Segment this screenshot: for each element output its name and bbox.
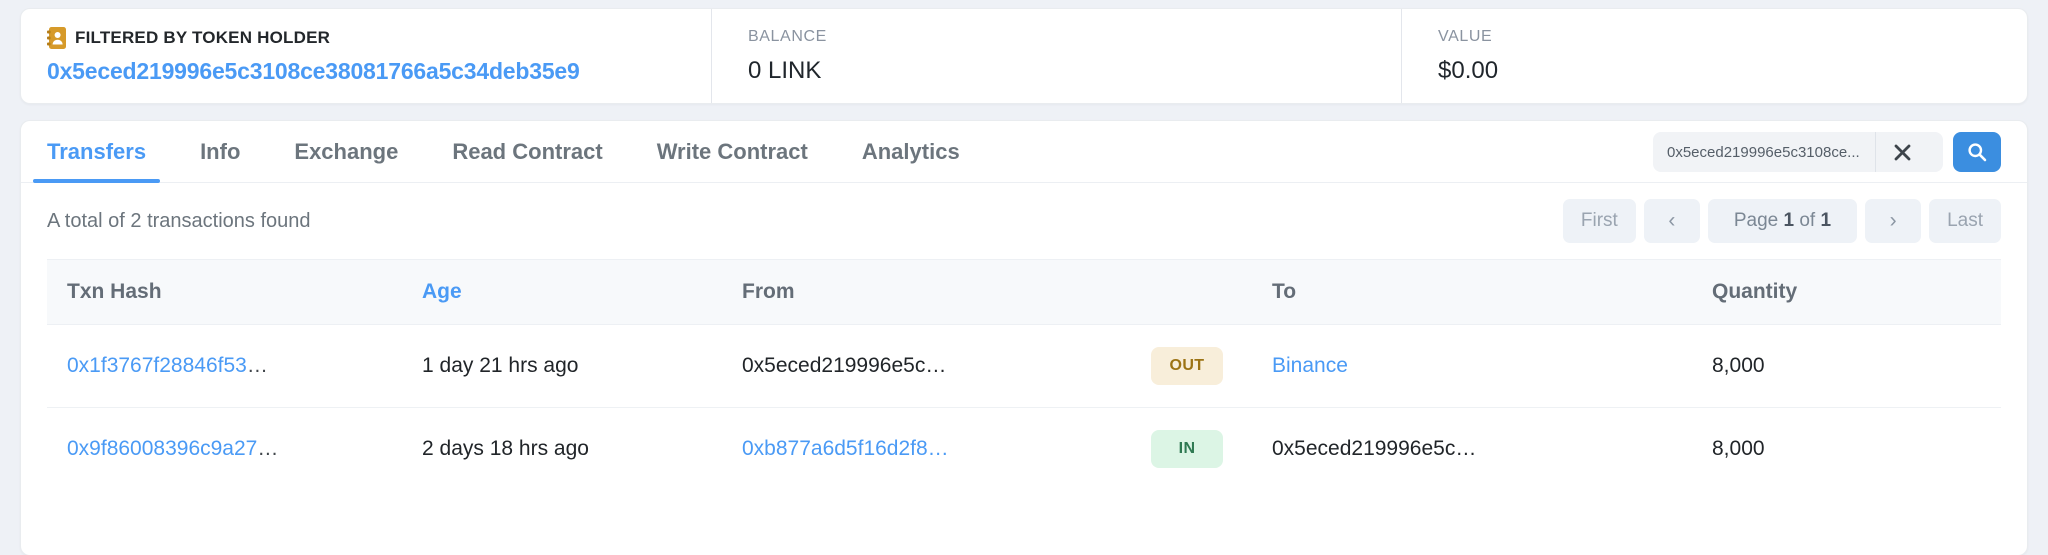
from-address-link[interactable]: 0xb877a6d5f16d2f8… [742,437,949,460]
address-book-icon [47,27,66,49]
cell-direction: IN [1122,408,1252,491]
cell-direction: OUT [1122,325,1252,408]
cell-quantity: 8,000 [1692,408,2001,491]
transactions-total-text: A total of 2 transactions found [47,210,311,233]
pagination-of-text: of [1799,210,1815,232]
column-header-age[interactable]: Age [402,260,722,325]
table-row: 0x9f86008396c9a27… 2 days 18 hrs ago 0xb… [47,408,2001,491]
to-address-link[interactable]: Binance [1272,354,1348,377]
column-header-direction [1122,260,1252,325]
txn-hash-link[interactable]: 0x1f3767f28846f53 [67,354,247,377]
close-icon [1893,143,1912,162]
pagination-first-button[interactable]: First [1563,199,1636,243]
tab-transfers[interactable]: Transfers [47,121,146,183]
tab-bar: Transfers Info Exchange Read Contract Wr… [21,121,2027,183]
cell-age: 2 days 18 hrs ago [402,408,722,491]
column-header-quantity: Quantity [1692,260,2001,325]
txn-hash-ellipsis: … [257,437,278,460]
tab-read-contract[interactable]: Read Contract [452,121,602,183]
txn-hash-ellipsis: … [247,354,268,377]
direction-badge-out: OUT [1151,347,1223,385]
search-input[interactable] [1653,132,1875,172]
table-toolbar: A total of 2 transactions found First ‹ … [21,183,2027,259]
clear-search-button[interactable] [1875,132,1929,172]
table-row: 0x1f3767f28846f53… 1 day 21 hrs ago 0x5e… [47,325,2001,408]
filter-label-row: FILTERED BY TOKEN HOLDER [47,27,711,49]
cell-age: 1 day 21 hrs ago [402,325,722,408]
filtered-by-holder-cell: FILTERED BY TOKEN HOLDER 0x5eced219996e5… [21,9,711,103]
column-header-to: To [1252,260,1692,325]
search-field[interactable] [1653,132,1943,172]
cell-from: 0xb877a6d5f16d2f8… [722,408,1122,491]
pagination-current-page: 1 [1784,210,1795,232]
token-holder-address-link[interactable]: 0x5eced219996e5c3108ce38081766a5c34deb35… [47,58,711,85]
cell-txn-hash: 0x1f3767f28846f53… [47,325,402,408]
pagination-next-button[interactable]: › [1865,199,1921,243]
table-body: 0x1f3767f28846f53… 1 day 21 hrs ago 0x5e… [47,325,2001,491]
tab-info[interactable]: Info [200,121,240,183]
pagination-total-pages: 1 [1821,210,1832,232]
balance-value: 0 LINK [748,57,1401,85]
balance-cell: BALANCE 0 LINK [711,9,1401,103]
pagination-page-prefix: Page [1734,210,1778,232]
page-root: FILTERED BY TOKEN HOLDER 0x5eced219996e5… [0,0,2048,555]
tab-exchange[interactable]: Exchange [294,121,398,183]
value-cell: VALUE $0.00 [1401,9,2027,103]
cell-to: 0x5eced219996e5c… [1252,408,1692,491]
cell-to: Binance [1252,325,1692,408]
cell-txn-hash: 0x9f86008396c9a27… [47,408,402,491]
search-group [1653,132,2001,172]
transfers-table: Txn Hash Age From To Quantity 0x1f3767f2… [47,259,2001,490]
column-header-from: From [722,260,1122,325]
value-amount: $0.00 [1438,57,2027,85]
pagination: First ‹ Page 1 of 1 › Last [1563,199,2001,243]
cell-quantity: 8,000 [1692,325,2001,408]
filter-label-text: FILTERED BY TOKEN HOLDER [75,28,330,48]
tab-write-contract[interactable]: Write Contract [657,121,808,183]
token-holder-summary-card: FILTERED BY TOKEN HOLDER 0x5eced219996e5… [20,8,2028,104]
search-icon [1967,142,1987,162]
balance-label: BALANCE [748,28,1401,46]
value-label: VALUE [1438,28,2027,46]
table-header-row: Txn Hash Age From To Quantity [47,260,2001,325]
pagination-page-indicator[interactable]: Page 1 of 1 [1708,199,1857,243]
cell-from: 0x5eced219996e5c… [722,325,1122,408]
pagination-prev-button[interactable]: ‹ [1644,199,1700,243]
search-submit-button[interactable] [1953,132,2001,172]
table-head: Txn Hash Age From To Quantity [47,260,2001,325]
pagination-last-button[interactable]: Last [1929,199,2001,243]
txn-hash-link[interactable]: 0x9f86008396c9a27 [67,437,257,460]
tab-analytics[interactable]: Analytics [862,121,960,183]
transfers-table-wrap: Txn Hash Age From To Quantity 0x1f3767f2… [21,259,2027,490]
column-header-txn-hash: Txn Hash [47,260,402,325]
transfers-card: Transfers Info Exchange Read Contract Wr… [20,120,2028,555]
direction-badge-in: IN [1151,430,1223,468]
